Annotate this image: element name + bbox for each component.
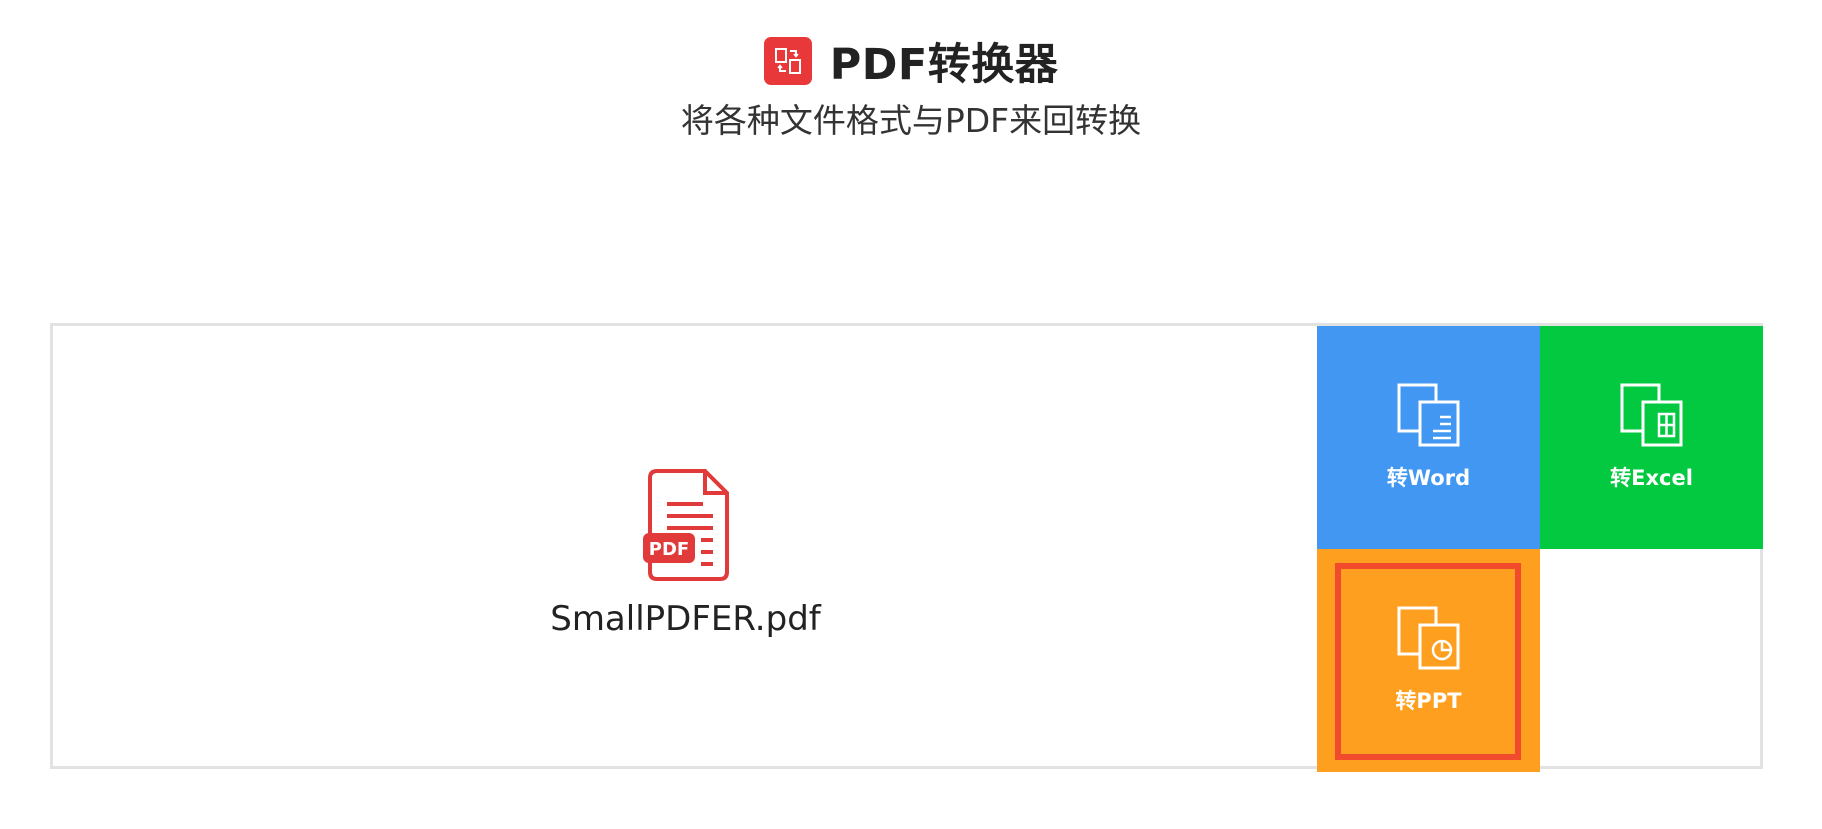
convert-to-word-button[interactable]: 转Word [1317,326,1540,549]
pdf-converter-page: PDF转换器 将各种文件格式与PDF来回转换 PDF SmallPDFER.pd… [0,0,1822,829]
convert-to-ppt-label: 转PPT [1395,689,1462,713]
page-header: PDF转换器 将各种文件格式与PDF来回转换 [0,30,1822,142]
swap-documents-icon [763,37,812,85]
ppt-document-icon [1397,606,1459,670]
convert-to-excel-label: 转Excel [1610,466,1693,490]
pdf-badge: PDF [649,539,689,560]
convert-to-ppt-button[interactable]: 转PPT [1317,549,1540,772]
page-subtitle: 将各种文件格式与PDF来回转换 [680,101,1142,140]
word-document-icon [1397,383,1459,447]
title-row: PDF转换器 [0,30,1822,92]
page-title: PDF转换器 [829,40,1059,90]
convert-to-excel-button[interactable]: 转Excel [1540,326,1763,549]
pdf-file-icon: PDF [643,469,729,581]
converter-panel: PDF SmallPDFER.pdf 转Word 转Excel 转PPT [50,323,1763,772]
excel-document-icon [1620,383,1682,447]
convert-to-word-label: 转Word [1386,466,1471,490]
file-name: SmallPDFER.pdf [550,599,821,639]
uploaded-file-area: PDF SmallPDFER.pdf [53,326,1318,766]
